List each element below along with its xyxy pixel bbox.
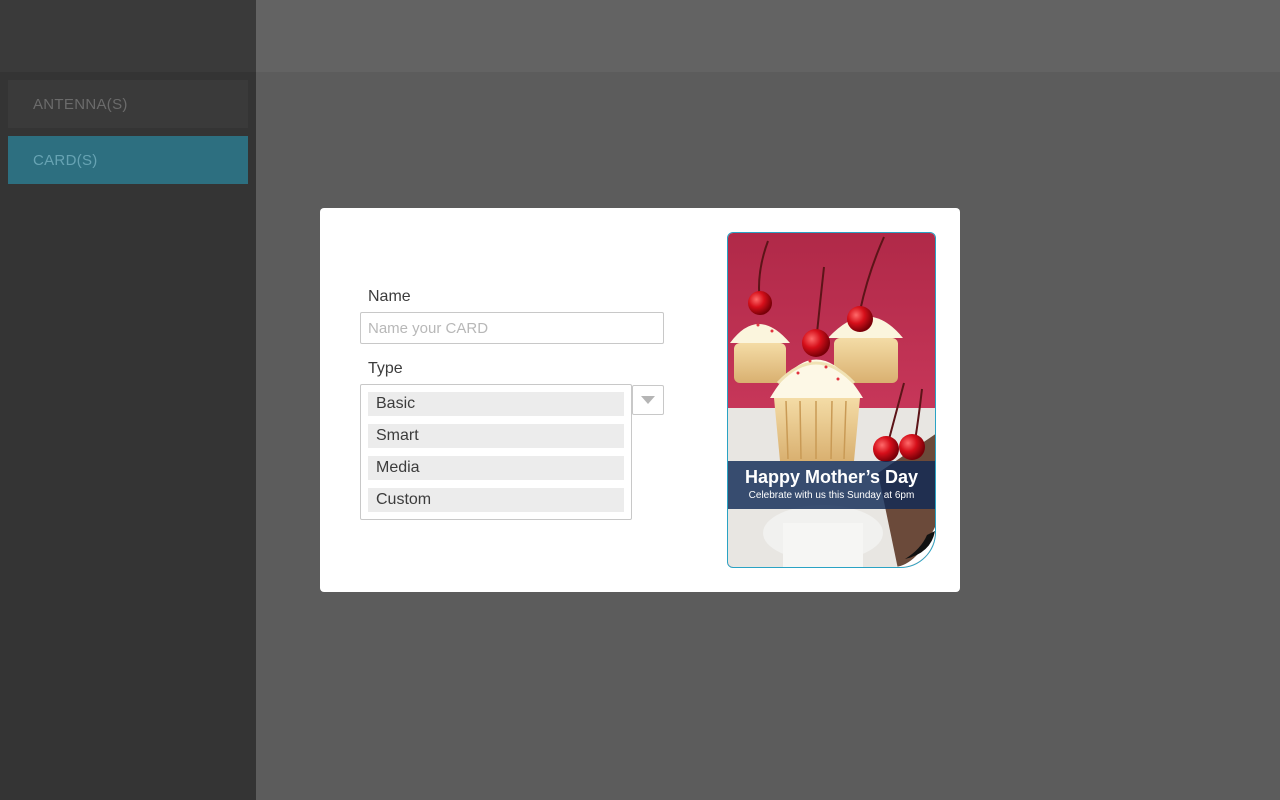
sidebar-item-antennas[interactable]: ANTENNA(S) [8,80,248,128]
card-banner: Happy Mother’s Day Celebrate with us thi… [728,461,935,509]
create-card-dialog: Name Type Basic Smart Media Custom [320,208,960,592]
type-option-smart[interactable]: Smart [368,424,624,448]
name-label: Name [368,288,411,305]
sidebar-item-label: CARD(S) [33,151,98,169]
sidebar-header [0,0,256,72]
main-header [256,0,1280,72]
sidebar-item-cards[interactable]: CARD(S) [8,136,248,184]
card-title: Happy Mother’s Day [744,467,919,487]
sidebar-item-label: ANTENNA(S) [33,95,128,113]
page-curl-icon [895,527,935,567]
cupcakes-image [728,233,935,567]
type-dropdown-button[interactable] [632,385,664,415]
caret-down-icon [641,396,655,404]
type-select-list[interactable]: Basic Smart Media Custom [360,384,632,520]
card-subtitle: Celebrate with us this Sunday at 6pm [748,490,915,501]
type-option-basic[interactable]: Basic [368,392,624,416]
card-preview: Happy Mother’s Day Celebrate with us thi… [727,232,936,568]
card-name-input[interactable] [360,312,664,344]
sidebar: ANTENNA(S) CARD(S) [0,0,256,800]
type-option-media[interactable]: Media [368,456,624,480]
type-option-custom[interactable]: Custom [368,488,624,512]
type-label: Type [368,360,403,377]
